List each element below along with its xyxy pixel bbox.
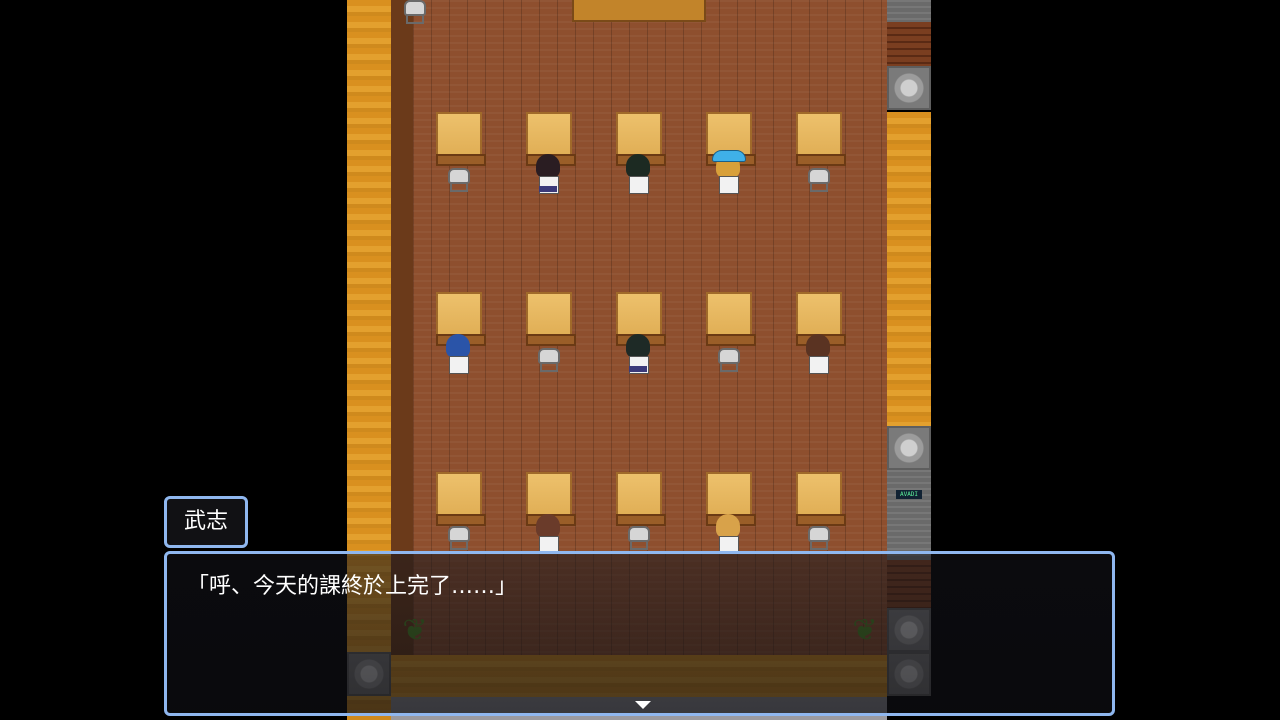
speaker-name-box: 武志 (164, 496, 248, 548)
desk (796, 292, 846, 346)
desk (796, 472, 846, 526)
student (624, 154, 652, 196)
chair (717, 348, 741, 374)
student (624, 334, 652, 376)
chair (807, 168, 831, 194)
right-wall (887, 112, 931, 426)
chair (807, 526, 831, 552)
teacher-chair (403, 0, 427, 26)
desk (706, 472, 756, 526)
dialog-message-box[interactable]: 「呼、今天的課終於上完了……」 (164, 551, 1115, 716)
dialog-message: 「呼、今天的課終於上完了……」 (187, 574, 518, 599)
desk (436, 112, 486, 166)
chair (447, 168, 471, 194)
desk (526, 112, 576, 166)
desk (616, 292, 666, 346)
desk (526, 292, 576, 346)
desk (436, 292, 486, 346)
desk (616, 112, 666, 166)
chair (537, 348, 561, 374)
student (444, 334, 472, 376)
stone-block (887, 426, 931, 470)
desk (616, 472, 666, 526)
continue-arrow-icon[interactable] (635, 701, 651, 709)
student (534, 154, 562, 196)
wall-sign: AVADI (896, 490, 922, 499)
player-character (534, 514, 562, 556)
chair (627, 526, 651, 552)
desk (526, 472, 576, 526)
student (804, 334, 832, 376)
desk (706, 292, 756, 346)
desk (436, 472, 486, 526)
chair (447, 526, 471, 552)
stone-pillar (887, 0, 931, 22)
teacher-desk (572, 0, 706, 22)
brick-wall (887, 22, 931, 66)
stone-block (887, 66, 931, 110)
student (714, 514, 742, 556)
student (712, 150, 746, 196)
speaker-name: 武志 (183, 509, 228, 534)
desk (796, 112, 846, 166)
stone-pillar (887, 470, 931, 560)
